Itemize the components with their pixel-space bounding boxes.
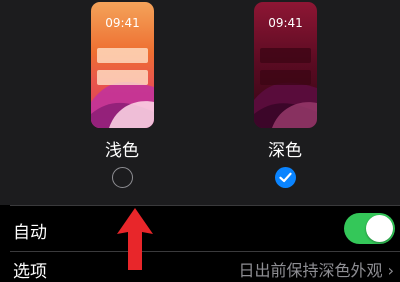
appearance-section: [0, 0, 400, 205]
options-value: 日出前保持深色外观: [238, 261, 383, 280]
options-row[interactable]: 日出前保持深色外观 ›: [238, 257, 394, 281]
red-arrow-annotation: [117, 208, 153, 270]
preview-notification: [260, 70, 311, 85]
dark-mode-preview[interactable]: 09:41: [254, 2, 317, 128]
preview-notification: [97, 48, 148, 63]
dark-mode-label: 深色: [268, 141, 302, 161]
divider: [10, 251, 400, 252]
light-mode-radio[interactable]: [112, 167, 133, 188]
auto-label: 自动: [13, 223, 47, 243]
preview-time: 09:41: [105, 16, 140, 30]
dark-mode-radio[interactable]: [275, 167, 296, 188]
light-mode-label: 浅色: [105, 141, 139, 161]
toggle-knob: [366, 215, 393, 242]
checkmark-icon: [279, 172, 292, 183]
preview-time: 09:41: [268, 16, 303, 30]
preview-notification: [260, 48, 311, 63]
divider: [10, 205, 400, 206]
chevron-right-icon: ›: [387, 261, 394, 280]
light-mode-preview[interactable]: 09:41: [91, 2, 154, 128]
auto-toggle[interactable]: [344, 213, 395, 244]
preview-notification: [97, 70, 148, 85]
